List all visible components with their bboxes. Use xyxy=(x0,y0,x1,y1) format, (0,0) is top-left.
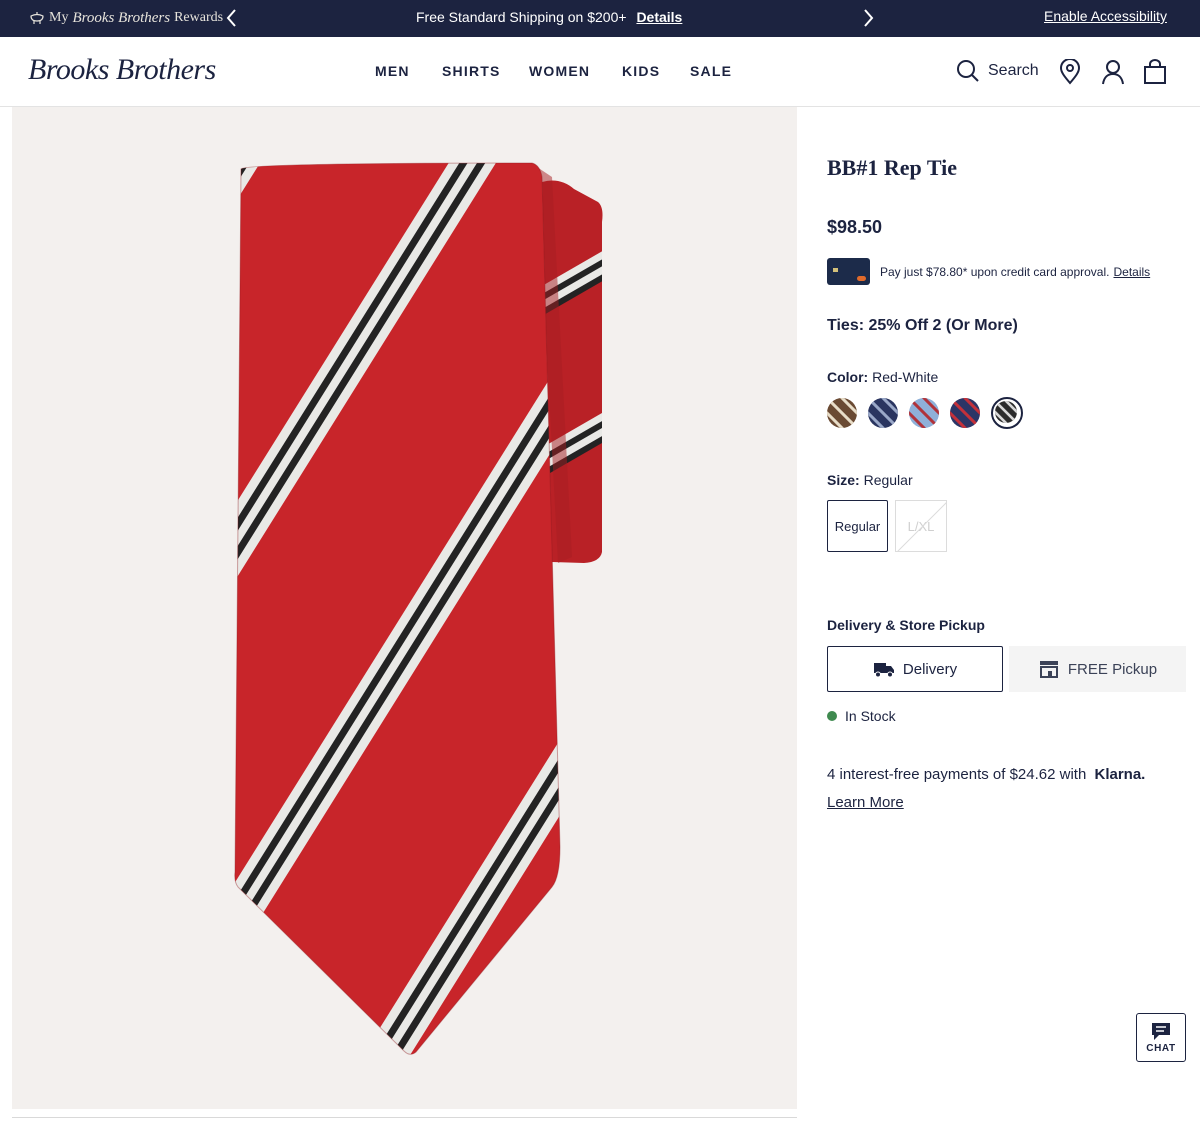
credit-card-offer: Pay just $78.80* upon credit card approv… xyxy=(827,258,1150,285)
nav-women[interactable]: WOMEN xyxy=(529,63,590,79)
truck-icon xyxy=(873,663,894,678)
size-key: Size: xyxy=(827,472,860,488)
color-label: Color: Red-White xyxy=(827,369,938,385)
search-icon xyxy=(957,60,979,82)
size-option-lxl[interactable]: L/XL xyxy=(895,500,947,552)
stock-status-text: In Stock xyxy=(845,708,896,724)
unavailable-slash-icon xyxy=(897,502,946,551)
promo-text: Free Standard Shipping on $200+ xyxy=(416,9,627,25)
delivery-option-button[interactable]: Delivery xyxy=(827,646,1003,692)
product-title: BB#1 Rep Tie xyxy=(827,155,957,180)
chevron-right-icon[interactable] xyxy=(860,8,876,28)
delivery-heading: Delivery & Store Pickup xyxy=(827,617,985,633)
card-offer-details-link[interactable]: Details xyxy=(1113,265,1150,279)
tie-illustration xyxy=(234,162,603,1055)
color-value: Red-White xyxy=(872,369,939,385)
brand-logo[interactable]: Brooks Brothers xyxy=(28,53,216,87)
store-icon xyxy=(1039,661,1058,678)
credit-card-icon xyxy=(827,258,870,285)
search-label: Search xyxy=(988,62,1039,79)
card-offer-text: Pay just $78.80* upon credit card approv… xyxy=(880,264,1110,279)
swatch-brown-stripe[interactable] xyxy=(827,398,857,428)
golden-fleece-icon xyxy=(30,12,44,24)
rewards-suffix: Rewards xyxy=(174,10,224,25)
shopping-bag-icon[interactable] xyxy=(1143,59,1167,85)
store-locator-icon[interactable] xyxy=(1058,59,1082,85)
size-value: Regular xyxy=(863,472,913,488)
image-thumbnail-strip xyxy=(12,1117,797,1121)
promo-message: Free Standard Shipping on $200+ Details xyxy=(416,9,682,25)
size-option-regular[interactable]: Regular xyxy=(827,500,888,552)
klarna-installments: 4 interest-free payments of $24.62 with … xyxy=(827,766,1145,783)
promotion-text: Ties: 25% Off 2 (Or More) xyxy=(827,317,1018,334)
delivery-option-label: Delivery xyxy=(902,660,958,678)
promo-details-link[interactable]: Details xyxy=(636,9,682,25)
chat-icon xyxy=(1152,1023,1170,1040)
product-image[interactable] xyxy=(12,107,797,1109)
chat-label: CHAT xyxy=(1146,1043,1176,1054)
search-button[interactable]: Search xyxy=(956,59,1039,83)
account-icon[interactable] xyxy=(1101,59,1125,85)
nav-kids[interactable]: KIDS xyxy=(622,63,660,79)
swatch-navy-stripe[interactable] xyxy=(868,398,898,428)
chevron-left-icon[interactable] xyxy=(224,8,240,28)
nav-sale[interactable]: SALE xyxy=(690,63,732,79)
swatch-navy-red-stripe[interactable] xyxy=(950,398,980,428)
in-stock-dot-icon xyxy=(827,711,837,721)
site-header: Brooks Brothers MEN SHIRTS WOMEN KIDS SA… xyxy=(0,37,1200,107)
nav-shirts[interactable]: SHIRTS xyxy=(442,63,501,79)
color-key: Color: xyxy=(827,369,869,385)
pickup-option-label: FREE Pickup xyxy=(1067,660,1158,678)
rewards-logo[interactable]: My Brooks Brothers Rewards xyxy=(28,7,223,29)
size-label: Size: Regular xyxy=(827,472,913,488)
klarna-logo: Klarna. xyxy=(1094,766,1146,783)
klarna-learn-more-link[interactable]: Learn More xyxy=(827,794,904,811)
rewards-prefix: My xyxy=(49,10,69,25)
product-price: $98.50 xyxy=(827,217,883,237)
klarna-text: 4 interest-free payments of $24.62 with xyxy=(827,766,1087,783)
rewards-script: Brooks Brothers xyxy=(72,9,171,26)
chat-button[interactable]: CHAT xyxy=(1136,1013,1186,1062)
color-swatches xyxy=(827,397,1027,429)
promo-bar: My Brooks Brothers Rewards Free Standard… xyxy=(0,0,1200,37)
swatch-red-white-stripe[interactable] xyxy=(991,397,1023,429)
swatch-blue-red-stripe[interactable] xyxy=(909,398,939,428)
pickup-option-button[interactable]: FREE Pickup xyxy=(1009,646,1186,692)
stock-status: In Stock xyxy=(827,708,896,724)
nav-men[interactable]: MEN xyxy=(375,63,410,79)
enable-accessibility-link[interactable]: Enable Accessibility xyxy=(1044,8,1167,24)
